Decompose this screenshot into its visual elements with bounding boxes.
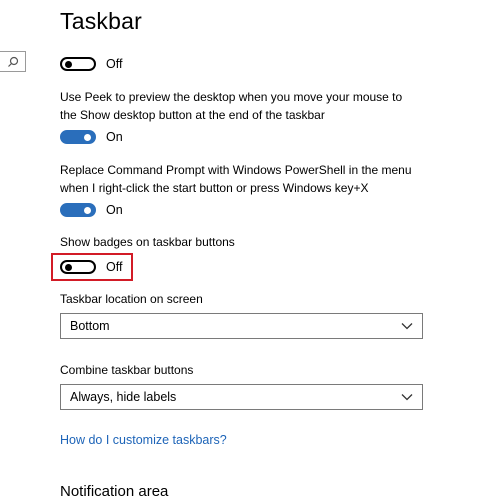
toggle-state-label: On — [106, 203, 123, 217]
notification-area-heading: Notification area — [60, 483, 169, 500]
badges-description: Show badges on taskbar buttons — [60, 233, 460, 251]
highlight-box — [51, 253, 133, 281]
toggle-state-label: On — [106, 130, 123, 144]
toggle-row-first: Off — [60, 54, 122, 74]
first-toggle-switch[interactable] — [60, 57, 96, 71]
left-nav-strip — [0, 0, 30, 500]
peek-toggle-switch[interactable] — [60, 130, 96, 144]
peek-description: Use Peek to preview the desktop when you… — [60, 88, 460, 124]
toggle-knob — [84, 133, 91, 141]
peek-description-line2: the Show desktop button at the end of th… — [60, 108, 325, 122]
chevron-down-icon — [401, 394, 413, 401]
combine-buttons-label: Combine taskbar buttons — [60, 363, 194, 377]
dropdown-value: Bottom — [70, 319, 110, 333]
combine-buttons-dropdown[interactable]: Always, hide labels — [60, 384, 423, 410]
settings-page: Taskbar Off Use Peek to preview the desk… — [0, 0, 503, 500]
toggle-knob — [65, 60, 72, 68]
search-box[interactable] — [0, 51, 26, 72]
page-title: Taskbar — [60, 8, 142, 34]
toggle-row-peek: On — [60, 127, 123, 147]
taskbar-location-label: Taskbar location on screen — [60, 292, 203, 306]
powershell-toggle-switch[interactable] — [60, 203, 96, 217]
powershell-description: Replace Command Prompt with Windows Powe… — [60, 161, 460, 197]
peek-description-line1: Use Peek to preview the desktop when you… — [60, 90, 403, 104]
search-icon — [8, 56, 19, 67]
badges-description-line1: Show badges on taskbar buttons — [60, 235, 235, 249]
toggle-row-powershell: On — [60, 200, 123, 220]
powershell-description-line2: when I right-click the start button or p… — [60, 181, 369, 195]
dropdown-value: Always, hide labels — [70, 390, 177, 404]
taskbar-location-dropdown[interactable]: Bottom — [60, 313, 423, 339]
help-link[interactable]: How do I customize taskbars? — [60, 433, 227, 447]
toggle-state-label: Off — [106, 57, 123, 71]
chevron-down-icon — [401, 323, 413, 330]
toggle-knob — [84, 206, 91, 214]
powershell-description-line1: Replace Command Prompt with Windows Powe… — [60, 163, 412, 177]
